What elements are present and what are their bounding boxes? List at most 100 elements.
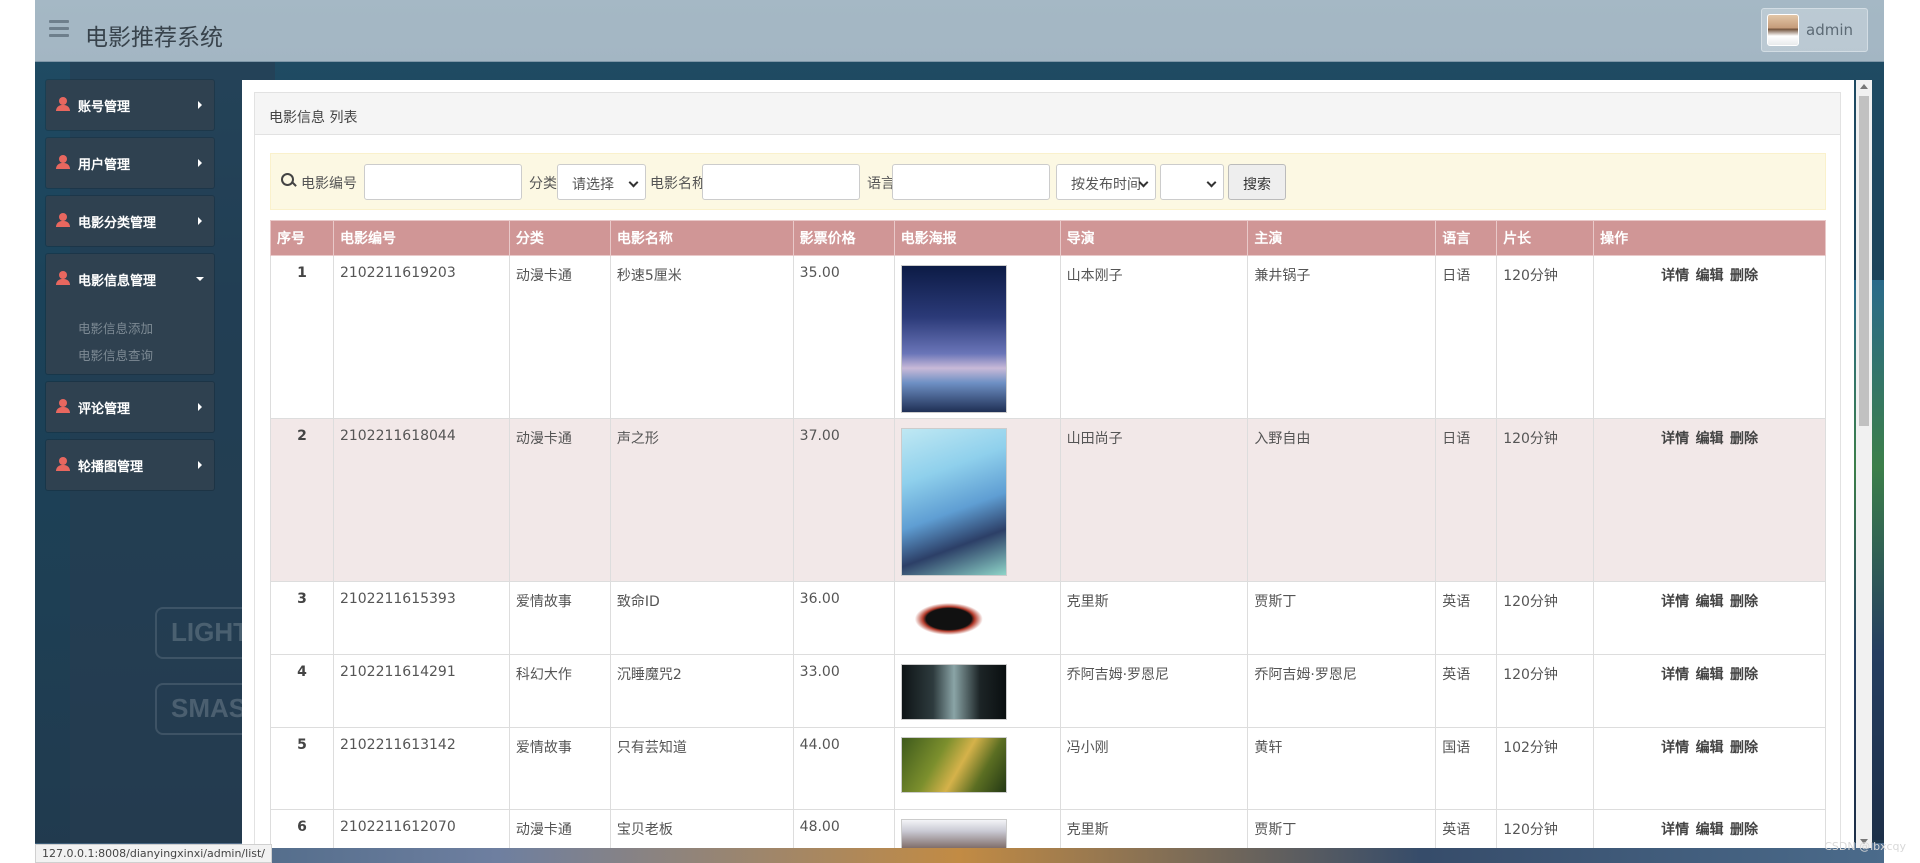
movie-id-input[interactable] (364, 164, 522, 200)
sort-select[interactable]: 按发布时间 (1056, 164, 1156, 200)
page-margin-right (1884, 0, 1920, 863)
caret-right-icon (198, 159, 202, 167)
column-header: 操作 (1593, 220, 1826, 256)
cell-price: 37.00 (792, 418, 895, 582)
user-icon (56, 399, 70, 413)
sidebar: 账号管理 用户管理 电影分类管理 电影信息管理 电影信息添加 电影信息查询 评论… (46, 80, 216, 498)
delete-link[interactable]: 删除 (1730, 740, 1758, 756)
panel-title: 电影信息 列表 (255, 93, 1840, 135)
details-link[interactable]: 详情 (1661, 667, 1689, 683)
cell-index: 6 (270, 809, 334, 848)
sidebar-item-label: 电影分类管理 (78, 216, 157, 231)
cell-category: 爱情故事 (508, 581, 611, 655)
search-button[interactable]: 搜索 (1228, 164, 1286, 200)
cell-movie-name: 宝贝老板 (609, 809, 794, 848)
sidebar-subitem-movie-query[interactable]: 电影信息查询 (78, 345, 153, 364)
details-link[interactable]: 详情 (1661, 268, 1689, 284)
delete-link[interactable]: 删除 (1730, 431, 1758, 447)
cell-language: 英语 (1435, 581, 1498, 655)
cell-director: 冯小刚 (1059, 727, 1249, 810)
movie-name-input[interactable] (702, 164, 860, 200)
column-header: 电影名称 (609, 220, 794, 256)
cell-category: 动漫卡通 (508, 809, 611, 848)
edit-link[interactable]: 编辑 (1696, 822, 1724, 838)
cell-price: 33.00 (792, 654, 895, 728)
table-row: 5 2102211613142 爱情故事 只有芸知道 44.00 冯小刚 黄轩 … (270, 727, 1826, 810)
sidebar-item-label: 用户管理 (78, 158, 131, 173)
edit-link[interactable]: 编辑 (1696, 667, 1724, 683)
poster-image (900, 664, 1007, 720)
sidebar-item-label: 电影信息管理 (78, 274, 157, 289)
cell-movie-name: 致命ID (609, 581, 794, 655)
cell-movie-name: 只有芸知道 (609, 727, 794, 810)
cell-director: 克里斯 (1059, 581, 1249, 655)
column-header: 影票价格 (792, 220, 895, 256)
sidebar-item-comments[interactable]: 评论管理 (46, 382, 214, 432)
delete-link[interactable]: 删除 (1730, 822, 1758, 838)
user-icon (56, 457, 70, 471)
sidebar-item-movie-category[interactable]: 电影分类管理 (46, 196, 214, 246)
details-link[interactable]: 详情 (1661, 822, 1689, 838)
vertical-scrollbar[interactable] (1856, 80, 1872, 848)
movie-list-panel: 电影信息 列表 电影编号 分类 请选择 电影名称 语言 按发布时间 搜索 序号 … (254, 92, 1841, 848)
edit-link[interactable]: 编辑 (1696, 740, 1724, 756)
sidebar-subitem-movie-add[interactable]: 电影信息添加 (78, 318, 153, 337)
user-menu[interactable]: admin (1761, 8, 1868, 52)
cell-actions: 详情 编辑 删除 (1593, 581, 1826, 655)
sidebar-item-carousel[interactable]: 轮播图管理 (46, 440, 214, 490)
cell-price: 35.00 (792, 255, 895, 419)
cell-category: 动漫卡通 (508, 255, 611, 419)
cell-star: 乔阿吉姆·罗恩尼 (1247, 654, 1437, 728)
details-link[interactable]: 详情 (1661, 431, 1689, 447)
cell-actions: 详情 编辑 删除 (1593, 255, 1826, 419)
movie-id-label: 电影编号 (301, 176, 357, 192)
table-row: 1 2102211619203 动漫卡通 秒速5厘米 35.00 山本刚子 兼井… (270, 255, 1826, 419)
category-label: 分类 (529, 176, 557, 192)
movie-name-label: 电影名称 (650, 176, 706, 192)
column-header: 序号 (270, 220, 334, 256)
cell-poster (893, 654, 1061, 728)
delete-link[interactable]: 删除 (1730, 594, 1758, 610)
poster-image (900, 737, 1007, 793)
delete-link[interactable]: 删除 (1730, 667, 1758, 683)
sidebar-item-users[interactable]: 用户管理 (46, 138, 214, 188)
poster-image (900, 819, 1007, 848)
watermark: CSDN @lbxcqy (1824, 840, 1906, 853)
cell-director: 乔阿吉姆·罗恩尼 (1059, 654, 1249, 728)
cell-length: 120分钟 (1496, 418, 1595, 582)
edit-link[interactable]: 编辑 (1696, 268, 1724, 284)
sidebar-item-account[interactable]: 账号管理 (46, 80, 214, 130)
hamburger-menu-icon[interactable] (49, 20, 69, 40)
language-input[interactable] (892, 164, 1050, 200)
sidebar-item-movie-info[interactable]: 电影信息管理 电影信息添加 电影信息查询 (46, 254, 214, 374)
cell-movie-id: 2102211612070 (332, 809, 510, 848)
details-link[interactable]: 详情 (1661, 594, 1689, 610)
column-header: 分类 (508, 220, 611, 256)
order-select[interactable] (1160, 164, 1224, 200)
edit-link[interactable]: 编辑 (1696, 594, 1724, 610)
poster-image (900, 428, 1007, 576)
column-header: 电影编号 (332, 220, 510, 256)
cell-index: 1 (270, 255, 334, 419)
column-header: 导演 (1059, 220, 1249, 256)
delete-link[interactable]: 删除 (1730, 268, 1758, 284)
table-row: 2 2102211618044 动漫卡通 声之形 37.00 山田尚子 入野自由… (270, 418, 1826, 582)
category-select[interactable]: 请选择 (557, 164, 646, 200)
details-link[interactable]: 详情 (1661, 740, 1689, 756)
cell-movie-name: 沉睡魔咒2 (609, 654, 794, 728)
avatar (1767, 14, 1799, 46)
cell-poster (893, 809, 1061, 848)
search-bar: 电影编号 分类 请选择 电影名称 语言 按发布时间 搜索 (270, 153, 1826, 210)
edit-link[interactable]: 编辑 (1696, 431, 1724, 447)
cell-movie-name: 声之形 (609, 418, 794, 582)
cell-star: 入野自由 (1247, 418, 1437, 582)
cell-actions: 详情 编辑 删除 (1593, 654, 1826, 728)
user-icon (56, 271, 70, 285)
scroll-up-icon[interactable] (1860, 84, 1868, 89)
caret-right-icon (198, 217, 202, 225)
cell-poster (893, 727, 1061, 810)
cell-language: 日语 (1435, 255, 1498, 419)
page-margin-left (0, 0, 35, 863)
cell-movie-name: 秒速5厘米 (609, 255, 794, 419)
scrollbar-thumb[interactable] (1859, 96, 1869, 426)
